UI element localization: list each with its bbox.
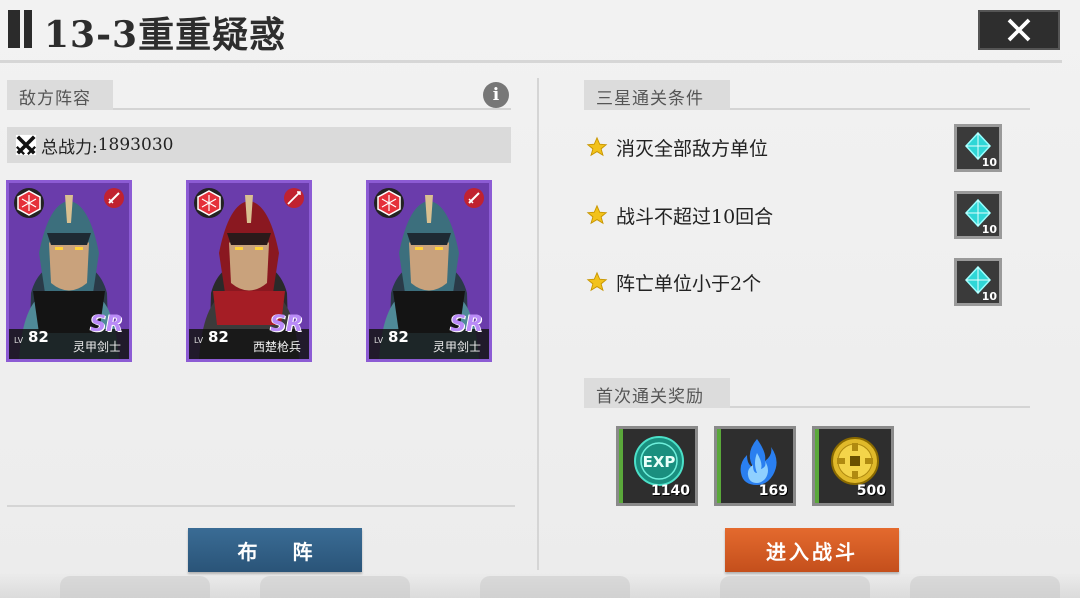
condition-text: 阵亡单位小于2个 [616,272,762,295]
condition-row: 战斗不超过10回合 [586,200,773,230]
first-clear-line [730,406,1030,408]
unit-name: 灵甲剑士 [72,340,121,354]
background-tab [720,576,870,598]
reward-item-flame[interactable]: 169 [714,426,796,506]
enter-battle-button[interactable]: 进入战斗 [725,528,899,572]
background-tab [910,576,1060,598]
reward-qty: 500 [856,483,886,499]
first-clear-header: 首次通关奖励 [584,378,730,408]
reward-stripe [717,429,721,503]
enemy-lineup-line [113,108,511,110]
reward-item-coin[interactable]: 500 [812,426,894,506]
condition-row: 消灭全部敌方单位 [586,132,768,162]
rarity-label: SR [90,312,123,337]
star-icon [586,271,608,292]
reward-qty: 10 [981,156,997,169]
blue-flame-icon [740,439,777,485]
formation-button[interactable]: 布 阵 [188,528,362,572]
gold-coin-icon [831,437,879,485]
unit-name: 西楚枪兵 [252,340,301,354]
page-title: 13-3重重疑惑 [44,14,287,56]
level-value: 82 [208,328,229,346]
attack-type-badge-icon [374,188,404,218]
panel-divider [537,78,539,570]
reward-stripe [619,429,623,503]
close-button[interactable] [978,10,1060,50]
total-power-label: 总战力: [41,137,98,158]
condition-reward[interactable]: 10 [954,258,1002,306]
reward-qty: 1140 [651,483,690,499]
level-prefix: LV [14,336,24,345]
attack-type-badge-icon [194,188,224,218]
exp-icon: EXP [634,436,684,486]
reward-qty: 10 [981,223,997,236]
enemy-lineup-header: 敌方阵容 [7,80,113,110]
three-star-line [730,108,1030,110]
condition-reward[interactable]: 10 [954,191,1002,239]
enemy-unit-card[interactable]: LV 82 SR 灵甲剑士 [6,180,132,362]
rarity-label: SR [450,312,483,337]
close-icon [1007,18,1031,42]
reward-item-exp[interactable]: EXP 1140 [616,426,698,506]
background-tab [60,576,210,598]
level-value: 82 [28,328,49,346]
rarity-label: SR [270,312,303,337]
level-prefix: LV [194,336,204,345]
reward-stripe [815,429,819,503]
spear-class-icon [284,188,304,208]
enemy-unit-card[interactable]: LV 82 SR 灵甲剑士 [366,180,492,362]
header: 13-3重重疑惑 [0,0,1080,63]
reward-qty: 10 [981,290,997,303]
sword-class-icon [464,188,484,208]
star-icon [586,204,608,225]
background-tab [260,576,410,598]
three-star-header: 三星通关条件 [584,80,730,110]
info-icon[interactable]: i [483,82,509,108]
condition-text: 战斗不超过10回合 [616,205,774,228]
total-power-value: 1893030 [97,135,174,155]
left-panel-bottom-divider [7,505,515,507]
reward-qty: 169 [758,483,788,499]
exp-text: EXP [643,453,676,471]
sword-class-icon [104,188,124,208]
total-power-bar: 总战力: 1893030 [7,127,511,163]
title-decoration [8,10,38,48]
crossed-swords-icon [15,134,37,156]
unit-name: 灵甲剑士 [432,340,481,354]
condition-reward[interactable]: 10 [954,124,1002,172]
attack-type-badge-icon [14,188,44,218]
enemy-unit-card[interactable]: LV 82 SR 西楚枪兵 [186,180,312,362]
header-divider [0,60,1062,63]
level-value: 82 [388,328,409,346]
level-prefix: LV [374,336,384,345]
star-icon [586,136,608,157]
condition-text: 消灭全部敌方单位 [616,137,769,160]
background-tab [480,576,630,598]
condition-row: 阵亡单位小于2个 [586,267,761,297]
